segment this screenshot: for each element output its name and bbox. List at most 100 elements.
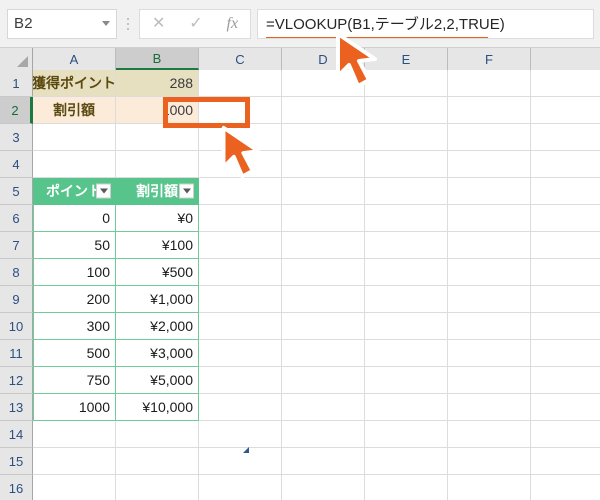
cell-c11[interactable] (199, 340, 282, 367)
chevron-down-icon[interactable] (102, 21, 110, 26)
cell-e16[interactable] (365, 475, 448, 500)
cell-e14[interactable] (365, 421, 448, 448)
row-header-12[interactable]: 12 (0, 367, 33, 394)
cell-g9[interactable] (531, 286, 600, 313)
column-header-g[interactable] (531, 48, 600, 70)
cell-g13[interactable] (531, 394, 600, 421)
select-all-corner[interactable] (0, 48, 33, 70)
row-header-11[interactable]: 11 (0, 340, 33, 367)
cell-e4[interactable] (365, 151, 448, 178)
cell-d8[interactable] (282, 259, 365, 286)
cell-g11[interactable] (531, 340, 600, 367)
row-header-15[interactable]: 15 (0, 448, 33, 475)
cell-f11[interactable] (448, 340, 531, 367)
cell-f16[interactable] (448, 475, 531, 500)
filter-dropdown-icon-points[interactable] (96, 183, 111, 199)
cell-e10[interactable] (365, 313, 448, 340)
cell-c12[interactable] (199, 367, 282, 394)
cell-g10[interactable] (531, 313, 600, 340)
cell-g16[interactable] (531, 475, 600, 500)
cell-c6[interactable] (199, 205, 282, 232)
cell-a6[interactable]: 0 (33, 205, 116, 232)
column-header-f[interactable]: F (448, 48, 531, 70)
cell-b1[interactable]: 288 (116, 70, 199, 97)
cell-f4[interactable] (448, 151, 531, 178)
cell-c14[interactable] (199, 421, 282, 448)
row-header-13[interactable]: 13 (0, 394, 33, 421)
formula-bar-grip[interactable] (117, 17, 139, 30)
cell-d16[interactable] (282, 475, 365, 500)
cell-d11[interactable] (282, 340, 365, 367)
cell-g5[interactable] (531, 178, 600, 205)
row-header-9[interactable]: 9 (0, 286, 33, 313)
cell-b3[interactable] (116, 124, 199, 151)
cell-f15[interactable] (448, 448, 531, 475)
cell-b12[interactable]: ¥5,000 (116, 367, 199, 394)
row-header-4[interactable]: 4 (0, 151, 33, 178)
cell-g2[interactable] (531, 97, 600, 124)
cell-e2[interactable] (365, 97, 448, 124)
cell-a1[interactable]: 獲得ポイント (33, 70, 116, 97)
formula-input[interactable]: =VLOOKUP(B1,テーブル2,2,TRUE) (257, 8, 594, 39)
cell-f9[interactable] (448, 286, 531, 313)
cell-a14[interactable] (33, 421, 116, 448)
cell-e3[interactable] (365, 124, 448, 151)
column-header-b[interactable]: B (116, 48, 199, 70)
cell-b11[interactable]: ¥3,000 (116, 340, 199, 367)
column-header-d[interactable]: D (282, 48, 365, 70)
cell-g15[interactable] (531, 448, 600, 475)
cell-f13[interactable] (448, 394, 531, 421)
cell-a15[interactable] (33, 448, 116, 475)
row-header-8[interactable]: 8 (0, 259, 33, 286)
cell-d12[interactable] (282, 367, 365, 394)
row-header-14[interactable]: 14 (0, 421, 33, 448)
cell-f8[interactable] (448, 259, 531, 286)
cell-f7[interactable] (448, 232, 531, 259)
name-box[interactable]: B2 (7, 8, 117, 39)
cell-b8[interactable]: ¥500 (116, 259, 199, 286)
cell-g4[interactable] (531, 151, 600, 178)
column-header-e[interactable]: E (365, 48, 448, 70)
row-header-2[interactable]: 2 (0, 97, 33, 124)
cell-f1[interactable] (448, 70, 531, 97)
cell-c2[interactable] (199, 97, 282, 124)
cell-f14[interactable] (448, 421, 531, 448)
cell-c3[interactable] (199, 124, 282, 151)
cell-a11[interactable]: 500 (33, 340, 116, 367)
cell-c9[interactable] (199, 286, 282, 313)
cell-d1[interactable] (282, 70, 365, 97)
row-header-10[interactable]: 10 (0, 313, 33, 340)
cell-c13[interactable] (199, 394, 282, 421)
cell-g6[interactable] (531, 205, 600, 232)
cell-f10[interactable] (448, 313, 531, 340)
confirm-check-icon[interactable]: ✓ (189, 15, 202, 32)
cell-a13[interactable]: 1000 (33, 394, 116, 421)
cell-f5[interactable] (448, 178, 531, 205)
cell-a8[interactable]: 100 (33, 259, 116, 286)
column-header-a[interactable]: A (33, 48, 116, 70)
row-header-5[interactable]: 5 (0, 178, 33, 205)
row-header-3[interactable]: 3 (0, 124, 33, 151)
cell-g14[interactable] (531, 421, 600, 448)
row-header-7[interactable]: 7 (0, 232, 33, 259)
cell-d14[interactable] (282, 421, 365, 448)
column-header-c[interactable]: C (199, 48, 282, 70)
cell-c7[interactable] (199, 232, 282, 259)
cell-a10[interactable]: 300 (33, 313, 116, 340)
cell-c1[interactable] (199, 70, 282, 97)
cell-g7[interactable] (531, 232, 600, 259)
cell-c5[interactable] (199, 178, 282, 205)
cell-b16[interactable] (116, 475, 199, 500)
cell-a7[interactable]: 50 (33, 232, 116, 259)
cell-e6[interactable] (365, 205, 448, 232)
cell-b13[interactable]: ¥10,000 (116, 394, 199, 421)
cell-e11[interactable] (365, 340, 448, 367)
cell-e1[interactable] (365, 70, 448, 97)
cell-b14[interactable] (116, 421, 199, 448)
cell-b2[interactable]: 1000 (116, 97, 199, 124)
cell-d7[interactable] (282, 232, 365, 259)
cell-b10[interactable]: ¥2,000 (116, 313, 199, 340)
cell-d2[interactable] (282, 97, 365, 124)
cell-b4[interactable] (116, 151, 199, 178)
cell-a9[interactable]: 200 (33, 286, 116, 313)
